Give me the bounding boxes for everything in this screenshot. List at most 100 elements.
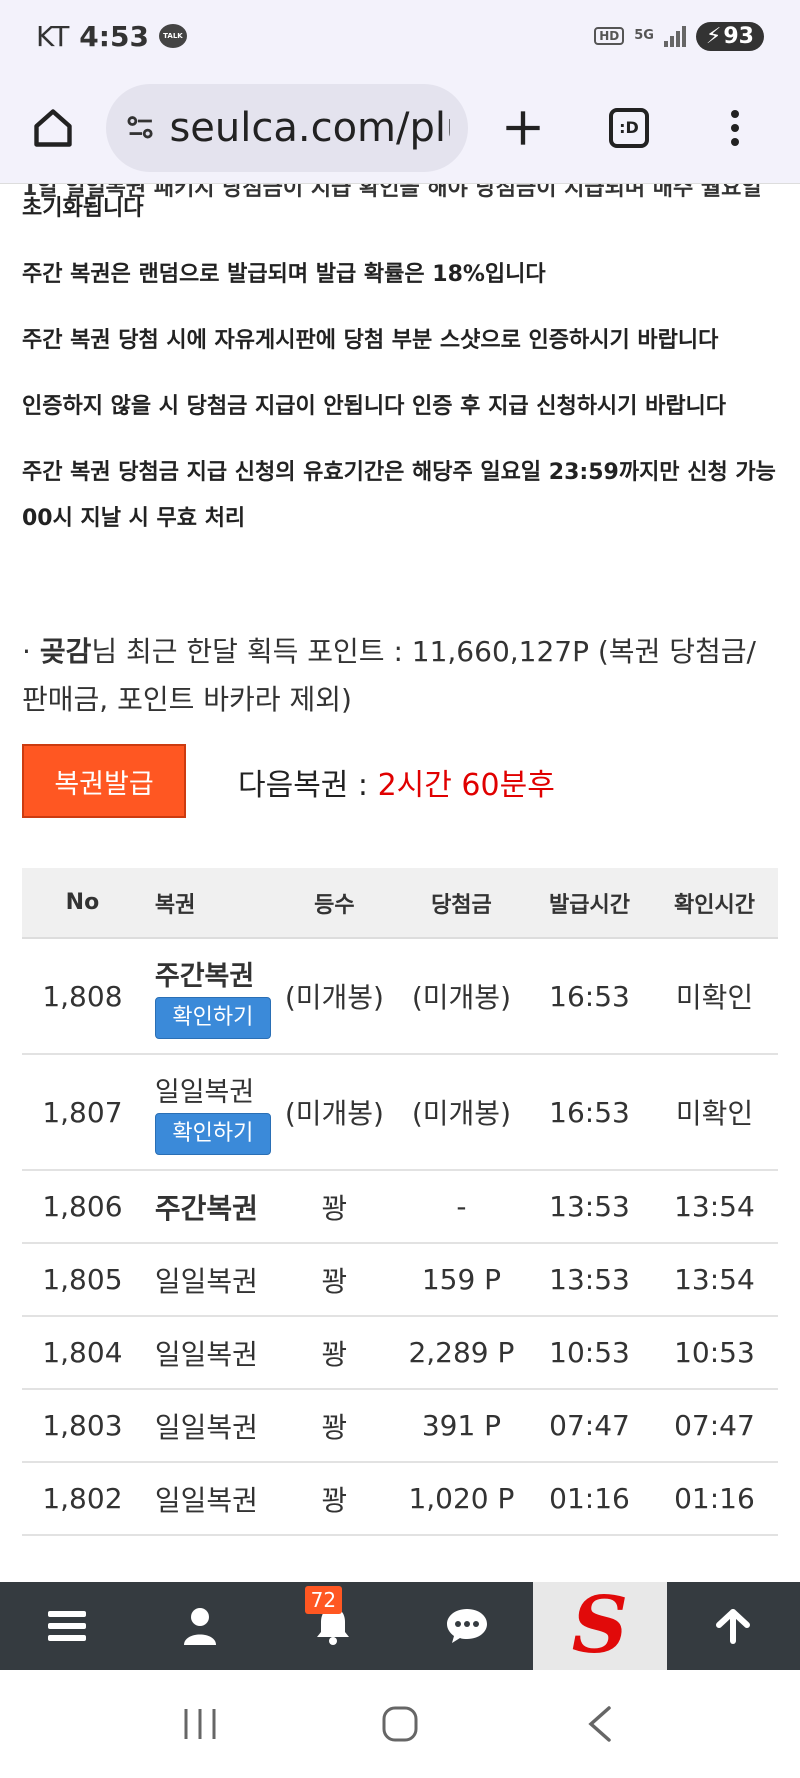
nav-menu-button[interactable] bbox=[0, 1582, 133, 1670]
notification-badge: 72 bbox=[304, 1586, 343, 1614]
cell-no: 1,803 bbox=[22, 1389, 143, 1463]
url-text[interactable]: seulca.com/plu bbox=[169, 105, 450, 151]
hamburger-icon bbox=[47, 1611, 86, 1641]
header-issued: 발급시간 bbox=[528, 868, 651, 939]
lottery-name: 일일복권 bbox=[154, 1076, 255, 1108]
next-lottery-caption: 다음복권 : bbox=[238, 768, 378, 803]
lottery-name: 주간복권 bbox=[154, 960, 255, 992]
header-rank: 등수 bbox=[273, 868, 395, 939]
site-bottom-nav: 72 S bbox=[0, 1582, 800, 1670]
browser-toolbar: seulca.com/plu :D bbox=[0, 72, 800, 184]
user-name: 곶감 bbox=[39, 635, 92, 668]
tab-switcher-button[interactable]: :D bbox=[596, 95, 662, 161]
cell-lottery: 일일복권 bbox=[142, 1316, 274, 1390]
plus-icon bbox=[506, 110, 540, 145]
table-row: 1,806 주간복권 꽝 - 13:53 13:54 bbox=[22, 1170, 778, 1244]
cell-rank: 꽝 bbox=[273, 1389, 395, 1463]
cell-issued: 07:47 bbox=[528, 1389, 651, 1463]
chat-icon bbox=[446, 1609, 487, 1643]
notice-line: 주간 복권 당첨금 지급 신청의 유효기간은 해당주 일요일 23:59까지만 … bbox=[22, 460, 776, 485]
header-prize: 당첨금 bbox=[394, 868, 529, 939]
cell-no: 1,804 bbox=[22, 1316, 143, 1390]
system-nav-bar bbox=[0, 1670, 800, 1778]
check-button[interactable]: 확인하기 bbox=[154, 996, 271, 1039]
check-button[interactable]: 확인하기 bbox=[154, 1112, 271, 1155]
cell-checked: 미확인 bbox=[650, 1054, 778, 1171]
back-icon bbox=[588, 1706, 611, 1742]
cell-no: 1,807 bbox=[22, 1054, 143, 1171]
site-logo-button[interactable]: S bbox=[533, 1580, 667, 1671]
status-bar: KT 4:53 TALK HD 5G ⚡ 93 bbox=[0, 0, 800, 72]
table-row: 1,804 일일복권 꽝 2,289 P 10:53 10:53 bbox=[22, 1316, 778, 1390]
cell-prize: (미개봉) bbox=[394, 938, 529, 1055]
home-circle-icon bbox=[382, 1706, 418, 1742]
nav-profile-button[interactable] bbox=[133, 1582, 266, 1670]
cell-issued: 16:53 bbox=[528, 1054, 651, 1171]
table-row: 1,805 일일복권 꽝 159 P 13:53 13:54 bbox=[22, 1243, 778, 1317]
points-summary: · 곶감님 최근 한달 획득 포인트 : 11,660,127P (복권 당첨금… bbox=[22, 628, 778, 724]
table-row: 1,802 일일복권 꽝 1,020 P 01:16 01:16 bbox=[22, 1462, 778, 1536]
site-settings-icon[interactable] bbox=[124, 110, 157, 146]
cell-no: 1,806 bbox=[22, 1170, 143, 1244]
cell-lottery: 주간복권 bbox=[142, 1170, 274, 1244]
issue-lottery-button[interactable]: 복권발급 bbox=[22, 744, 186, 818]
tab-switcher-icon: :D bbox=[609, 107, 649, 148]
recent-apps-button[interactable] bbox=[170, 1694, 230, 1754]
cell-rank: 꽝 bbox=[273, 1316, 395, 1390]
cell-prize: 159 P bbox=[394, 1243, 529, 1317]
cell-issued: 13:53 bbox=[528, 1243, 651, 1317]
cell-rank: 꽝 bbox=[273, 1243, 395, 1317]
hd-icon: HD bbox=[594, 27, 625, 45]
kakaotalk-icon: TALK bbox=[158, 24, 187, 48]
cell-issued: 01:16 bbox=[528, 1462, 651, 1536]
carrier-label: KT bbox=[36, 19, 70, 53]
page-content: 1일 일일복권 패키지 당첨금이 지급 확인을 해야 당첨금이 지급되며 매주 … bbox=[22, 184, 778, 1582]
table-header-row: No 복권 등수 당첨금 발급시간 확인시간 bbox=[22, 868, 778, 939]
cell-lottery: 일일복권 bbox=[142, 1243, 274, 1317]
header-checked: 확인시간 bbox=[650, 868, 778, 939]
table-row: 1,808 주간복권 확인하기 (미개봉) (미개봉) 16:53 미확인 bbox=[22, 938, 778, 1055]
cell-no: 1,805 bbox=[22, 1243, 143, 1317]
browser-menu-button[interactable] bbox=[702, 95, 768, 161]
scroll-top-button[interactable] bbox=[667, 1582, 800, 1670]
cell-no: 1,808 bbox=[22, 938, 143, 1055]
home-icon bbox=[34, 108, 72, 147]
next-lottery-label: 다음복권 : 2시간 60분후 bbox=[238, 760, 555, 804]
notice-line: 00시 지날 시 무효 처리 bbox=[22, 506, 246, 531]
header-lottery: 복권 bbox=[142, 868, 274, 939]
battery-level: 93 bbox=[723, 23, 754, 49]
cell-checked: 10:53 bbox=[650, 1316, 778, 1390]
cell-prize: 391 P bbox=[394, 1389, 529, 1463]
clock: 4:53 bbox=[79, 19, 149, 53]
notice-line: 주간 복권 당첨 시에 자유게시판에 당첨 부분 스샷으로 인증하시기 바랍니다 bbox=[22, 328, 719, 353]
recent-apps-icon bbox=[184, 1709, 216, 1739]
notice-reset: 초기화됩니다 bbox=[22, 196, 144, 221]
cell-rank: (미개봉) bbox=[273, 1054, 395, 1171]
cell-no: 1,802 bbox=[22, 1462, 143, 1536]
header-no: No bbox=[22, 868, 143, 939]
home-system-button[interactable] bbox=[370, 1694, 430, 1754]
cell-lottery: 일일복권 확인하기 bbox=[142, 1054, 274, 1171]
new-tab-button[interactable] bbox=[490, 95, 556, 161]
arrow-up-icon bbox=[716, 1609, 751, 1644]
status-left: KT 4:53 TALK bbox=[36, 20, 187, 53]
table-row: 1,807 일일복권 확인하기 (미개봉) (미개봉) 16:53 미확인 bbox=[22, 1054, 778, 1171]
cell-lottery: 일일복권 bbox=[142, 1462, 274, 1536]
cell-rank: (미개봉) bbox=[273, 938, 395, 1055]
address-bar[interactable]: seulca.com/plu bbox=[106, 83, 468, 172]
cell-lottery: 주간복권 확인하기 bbox=[142, 938, 274, 1055]
cell-checked: 13:54 bbox=[650, 1243, 778, 1317]
nav-chat-button[interactable] bbox=[400, 1582, 533, 1670]
status-right: HD 5G ⚡ 93 bbox=[594, 21, 764, 51]
home-button[interactable] bbox=[20, 95, 86, 161]
nav-notifications-button[interactable]: 72 bbox=[267, 1582, 400, 1670]
bullet: · bbox=[22, 635, 31, 668]
cell-prize: - bbox=[394, 1170, 529, 1244]
cell-issued: 13:53 bbox=[528, 1170, 651, 1244]
cell-rank: 꽝 bbox=[273, 1170, 395, 1244]
cell-checked: 01:16 bbox=[650, 1462, 778, 1536]
site-logo: S bbox=[571, 1580, 629, 1671]
cell-checked: 13:54 bbox=[650, 1170, 778, 1244]
notice-line: 주간 복권은 랜덤으로 발급되며 발급 확률은 18%입니다 bbox=[22, 262, 546, 287]
back-button[interactable] bbox=[570, 1694, 630, 1754]
